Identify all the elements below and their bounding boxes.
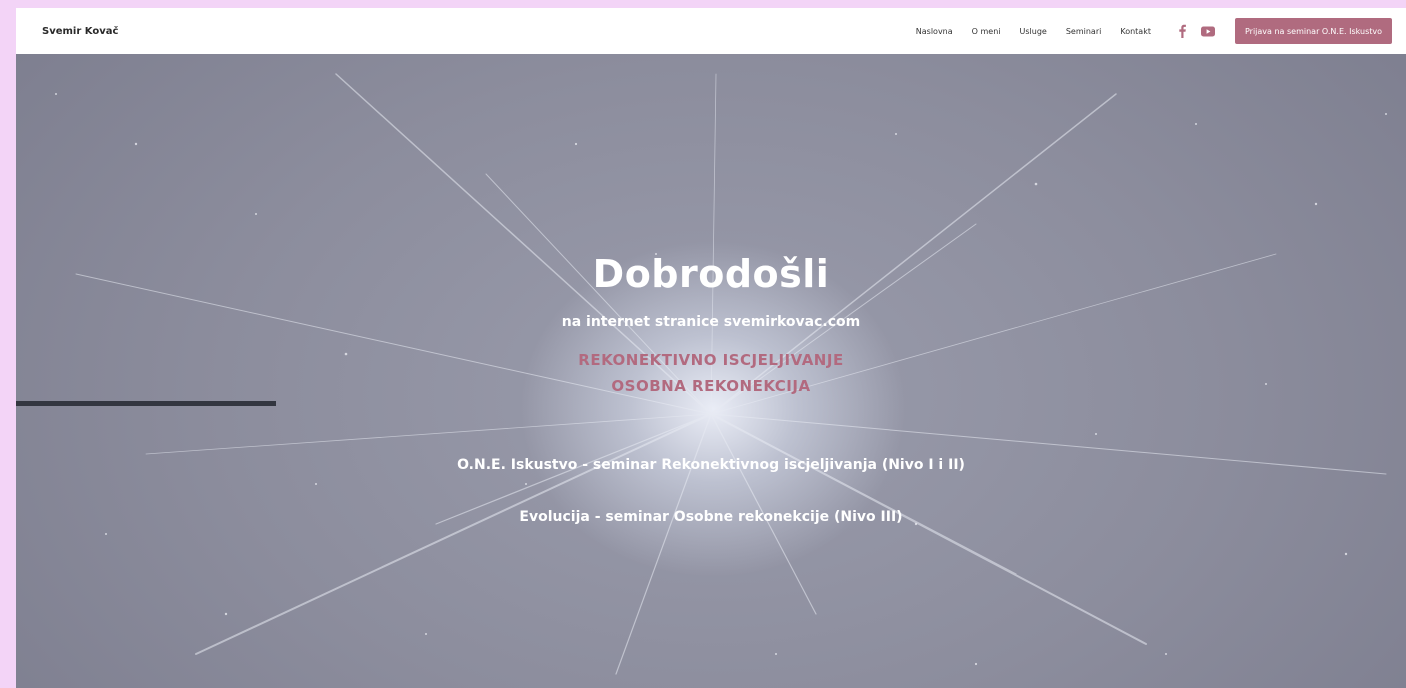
hero-subtitle: na internet stranice svemirkovac.com (561, 314, 861, 330)
page-frame: Svemir Kovač Naslovna O meni Usluge Semi… (16, 8, 1406, 688)
nav-link-kontakt[interactable]: Kontakt (1120, 27, 1151, 36)
top-navbar: Svemir Kovač Naslovna O meni Usluge Semi… (16, 8, 1406, 54)
nav-link-naslovna[interactable]: Naslovna (916, 27, 953, 36)
site-brand[interactable]: Svemir Kovač (42, 26, 118, 37)
seminar-link-evolution[interactable]: Evolucija - seminar Osobne rekonekcije (… (16, 509, 1406, 525)
nav-link-usluge[interactable]: Usluge (1020, 27, 1047, 36)
youtube-icon[interactable] (1200, 26, 1215, 37)
social-links (1177, 24, 1215, 38)
facebook-icon[interactable] (1177, 24, 1187, 38)
seminar-signup-button[interactable]: Prijava na seminar O.N.E. Iskustvo (1234, 18, 1392, 44)
service-personal-reconnection: OSOBNA REKONEKCIJA (611, 377, 811, 395)
hero-title: Dobrodošli (592, 252, 830, 296)
hero-content: Dobrodošli na internet stranice svemirko… (16, 54, 1406, 688)
nav-link-o-meni[interactable]: O meni (972, 27, 1001, 36)
seminar-link-one-experience[interactable]: O.N.E. Iskustvo - seminar Rekonektivnog … (16, 457, 1406, 473)
main-nav: Naslovna O meni Usluge Seminari Kontakt (916, 27, 1151, 36)
service-reconnective-healing: REKONEKTIVNO ISCJELJIVANJE (578, 351, 844, 369)
hero-section: Dobrodošli na internet stranice svemirko… (16, 54, 1406, 688)
nav-link-seminari[interactable]: Seminari (1066, 27, 1102, 36)
